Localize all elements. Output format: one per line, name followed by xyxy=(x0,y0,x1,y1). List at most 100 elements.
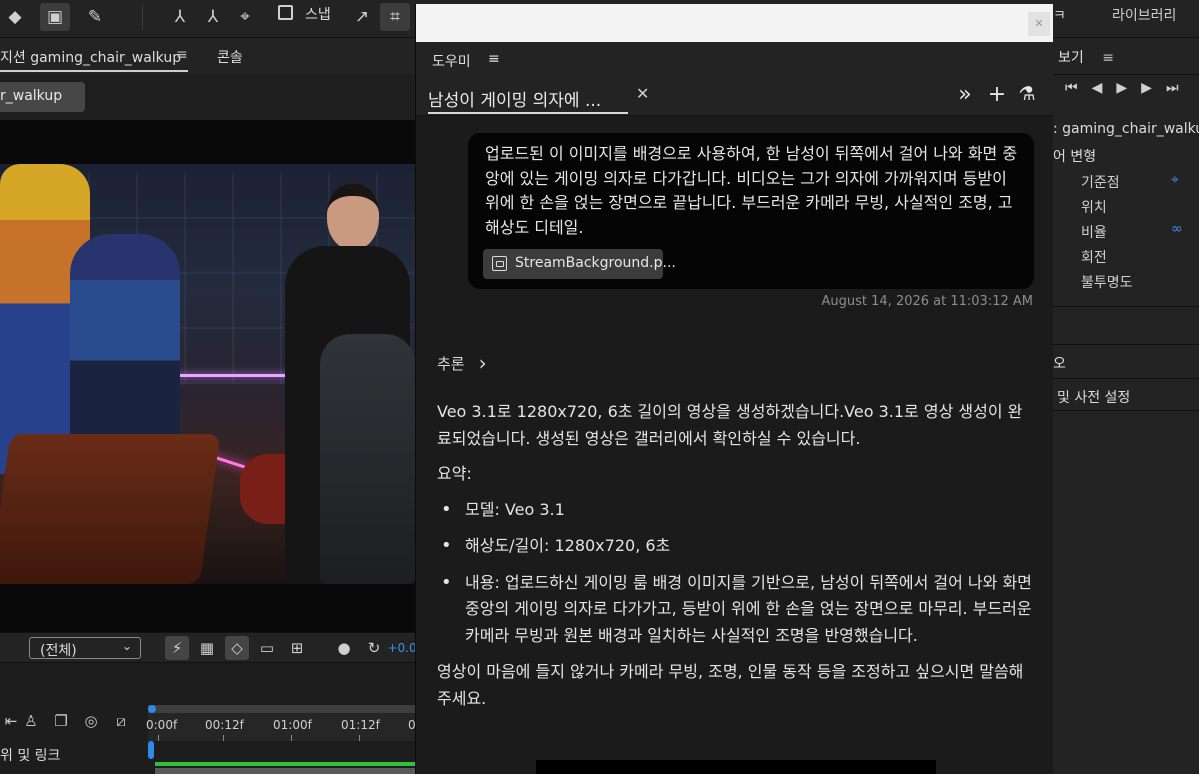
close-tab-icon[interactable]: ✕ xyxy=(636,84,649,103)
composition-chip[interactable]: r_walkup xyxy=(0,82,85,112)
divider xyxy=(1053,344,1199,345)
active-tab-indicator xyxy=(428,112,628,114)
response-intro: Veo 3.1로 1280x720, 6초 길이의 영상을 생성하겠습니다.Ve… xyxy=(437,402,1023,448)
preview-properties-panel: 보기 ≡ ⏮◀▶▶⏭ : gaming_chair_walkup. 어 변형 기… xyxy=(1053,38,1199,774)
video-result-preview[interactable] xyxy=(536,760,936,774)
message-timestamp: August 14, 2026 at 11:03:12 AM xyxy=(821,294,1033,309)
eraser-icon[interactable]: ◆ xyxy=(0,3,30,31)
response-closing: 영상이 마음에 들지 않거나 카메라 무빙, 조명, 인물 동작 등을 조정하고… xyxy=(437,662,1024,708)
composition-menu-icon[interactable]: ≡ xyxy=(176,47,188,63)
assistant-response: Veo 3.1로 1280x720, 6초 길이의 영상을 생성하겠습니다.Ve… xyxy=(437,399,1037,721)
preview-panel-label: 보기 xyxy=(1058,50,1084,66)
rotation-label: 회전 xyxy=(1081,250,1107,266)
color-channels-icon[interactable]: ● xyxy=(332,636,356,660)
puppet-pin-icon[interactable]: ✎ xyxy=(80,3,110,31)
composition-tab[interactable]: 지션 gaming_chair_walkup xyxy=(0,47,181,67)
window-close-icon[interactable]: ✕ xyxy=(1028,12,1050,36)
preview-panel-title: 보기 ≡ xyxy=(1058,47,1114,67)
time-ruler[interactable]: 0:00f 00:12f 01:00f 01:12f 0 xyxy=(146,705,416,741)
attachment-name: StreamBackground.p... xyxy=(515,255,676,271)
graph-editor-icon[interactable]: ⧄ xyxy=(110,711,132,731)
audio-panel-label[interactable]: 오 xyxy=(1053,353,1066,373)
prev-frame-icon[interactable]: ◀ xyxy=(1092,80,1117,96)
frame-blend-icon[interactable]: ❐ xyxy=(50,711,72,731)
expand-icon[interactable]: ↗ xyxy=(347,3,377,31)
layer-duration-bar[interactable] xyxy=(155,762,415,766)
divider xyxy=(1053,378,1199,379)
first-frame-icon[interactable]: ⏮ xyxy=(1065,80,1092,96)
axis-local-icon[interactable]: ⅄ xyxy=(165,3,195,31)
transport-controls: ⏮◀▶▶⏭ xyxy=(1065,80,1193,96)
workspace-library[interactable]: 라이브러리 xyxy=(1112,5,1176,25)
mask-path-icon[interactable]: ◇ xyxy=(225,636,249,660)
attachment-chip[interactable]: StreamBackground.p... xyxy=(483,249,676,279)
exposure-value[interactable]: +0.0 xyxy=(387,636,416,660)
roto-brush-icon[interactable]: ▣ xyxy=(40,3,70,31)
region-of-interest-icon[interactable]: ▭ xyxy=(255,636,279,660)
motion-blur-icon[interactable]: ◎ xyxy=(80,711,102,731)
transform-group-label[interactable]: 어 변형 xyxy=(1053,146,1096,166)
tick xyxy=(223,735,224,741)
list-item: 해상도/길이: 1280x720, 6초 xyxy=(437,533,1037,560)
work-area-bar[interactable] xyxy=(148,705,415,713)
layer-track[interactable] xyxy=(155,768,415,774)
reset-exposure-icon[interactable]: ↻ xyxy=(362,636,386,660)
assistant-window: ✕ 도우미 ≡ 남성이 게이밍 의자에 ... ✕ » + ⚗ 업로드된 이 이… xyxy=(415,4,1053,774)
properties-comp-name: : gaming_chair_walkup. xyxy=(1053,121,1199,137)
video-frame xyxy=(0,164,415,584)
fast-preview-icon[interactable]: ⚡ xyxy=(165,636,189,660)
composition-navigator: r_walkup xyxy=(0,74,415,120)
workspace-partial[interactable]: ㅋ xyxy=(1053,5,1066,25)
list-item: 내용: 업로드하신 게이밍 룸 배경 이미지를 기반으로, 남성이 뒤쪽에서 걸… xyxy=(437,570,1037,650)
conversation-tab[interactable]: 남성이 게이밍 의자에 ... xyxy=(428,86,601,111)
image-file-icon xyxy=(492,256,507,271)
summary-label: 요약: xyxy=(437,464,472,483)
chevron-right-icon: › xyxy=(478,351,487,375)
anchor-crosshair-icon[interactable]: ⌖ xyxy=(1171,172,1179,188)
comp-flowchart-icon[interactable]: ⇤ xyxy=(0,711,22,731)
opacity-label: 불투명도 xyxy=(1081,275,1133,291)
double-chevron-right-icon[interactable]: » xyxy=(952,80,978,108)
resolution-dropdown[interactable]: (전체) ⌄ xyxy=(29,637,141,659)
chevron-down-icon: ⌄ xyxy=(121,639,132,653)
transparency-grid-icon[interactable]: ▦ xyxy=(195,636,219,660)
console-tab[interactable]: 콘솔 xyxy=(217,47,243,67)
grid-guides-icon[interactable]: ⊞ xyxy=(285,636,309,660)
tick-label: 0:00f xyxy=(146,718,178,732)
resolution-value: (전체) xyxy=(40,643,77,659)
conversation-area: 업로드된 이 이미지를 배경으로 사용하여, 한 남성이 뒤쪽에서 걸어 나와 … xyxy=(416,116,1053,774)
work-area-start-handle[interactable] xyxy=(148,705,156,713)
next-frame-icon[interactable]: ▶ xyxy=(1141,80,1166,96)
user-message-text: 업로드된 이 이미지를 배경으로 사용하여, 한 남성이 뒤쪽에서 걸어 나와 … xyxy=(485,144,1018,237)
snap-label: 스냅 xyxy=(305,7,331,23)
axis-view-icon[interactable]: ⌖ xyxy=(230,3,260,31)
panel-menu-icon[interactable]: ≡ xyxy=(488,51,500,67)
effects-presets-label[interactable]: 및 사전 설정 xyxy=(1057,387,1130,407)
tick-label: 00:12f xyxy=(205,718,244,732)
composition-viewer[interactable] xyxy=(0,120,415,632)
snap-target-icon[interactable]: ⌗ xyxy=(380,3,410,31)
axis-world-icon[interactable]: ⅄ xyxy=(198,3,228,31)
window-titlebar[interactable]: ✕ xyxy=(416,4,1053,42)
panel-menu-icon[interactable]: ≡ xyxy=(1102,50,1114,66)
last-frame-icon[interactable]: ⏭ xyxy=(1166,80,1193,96)
reasoning-toggle[interactable]: 추론 › xyxy=(437,350,487,375)
flask-icon[interactable]: ⚗ xyxy=(1014,80,1040,108)
composition-tab-bar: 지션 gaming_chair_walkup ≡ 콘솔 xyxy=(0,38,415,74)
gaming-chair xyxy=(320,334,415,584)
shy-layers-icon[interactable]: ♙ xyxy=(20,711,42,731)
divider xyxy=(1053,410,1199,411)
tick-label: 01:12f xyxy=(341,718,380,732)
list-item: 모델: Veo 3.1 xyxy=(437,497,1037,524)
parent-link-column-label: 위 및 링크 xyxy=(0,748,61,764)
user-message-bubble: 업로드된 이 이미지를 배경으로 사용하여, 한 남성이 뒤쪽에서 걸어 나와 … xyxy=(468,133,1034,289)
play-icon[interactable]: ▶ xyxy=(1116,80,1141,96)
tick xyxy=(158,735,159,741)
assistant-panel-title: 도우미 xyxy=(432,54,471,70)
add-icon[interactable]: + xyxy=(984,80,1010,108)
constrain-link-icon[interactable]: ∞ xyxy=(1171,221,1183,237)
snap-checkbox[interactable] xyxy=(278,5,293,20)
leather-sofa xyxy=(0,434,221,584)
tick xyxy=(291,735,292,741)
playhead[interactable] xyxy=(148,741,154,759)
